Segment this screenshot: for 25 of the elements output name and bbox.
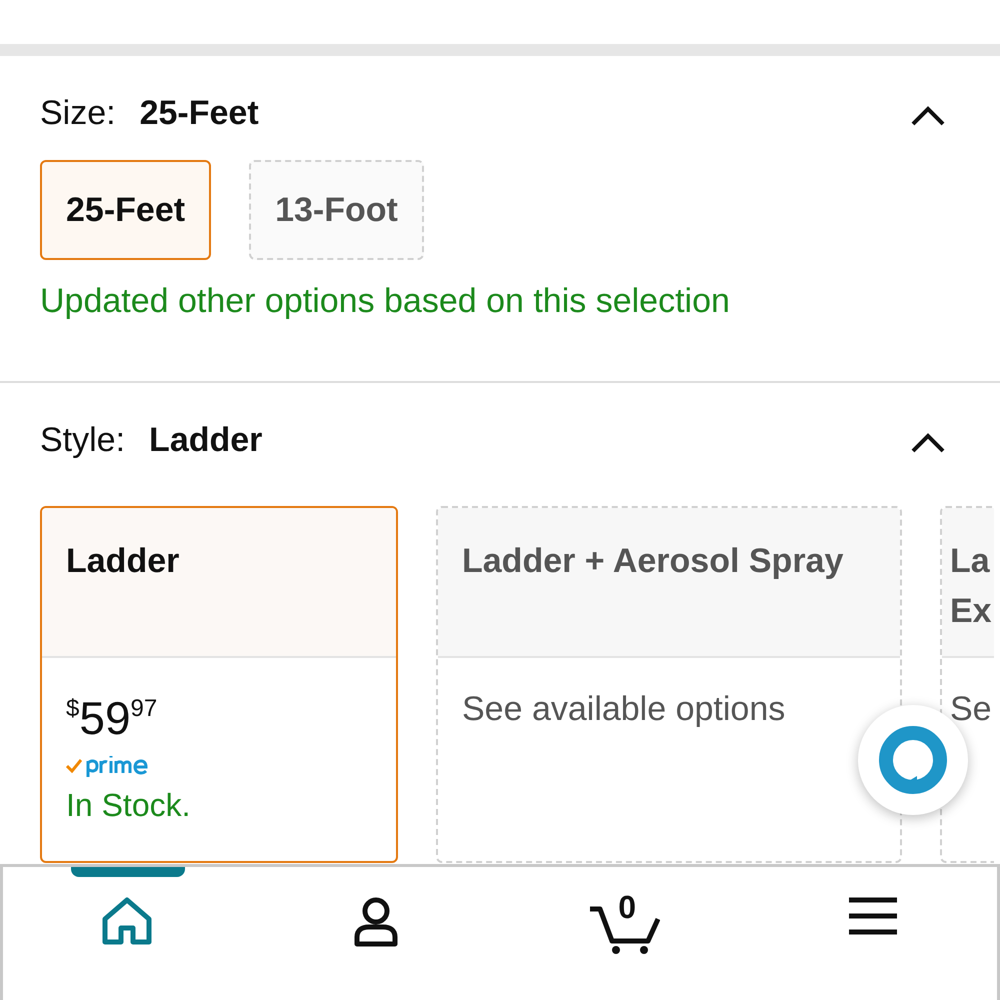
speech-bubble-icon — [877, 724, 949, 796]
home-icon — [102, 897, 152, 945]
style-title: Ladder — [66, 542, 180, 580]
options-hint: Se — [950, 689, 993, 730]
option-label: Size: — [40, 94, 116, 133]
style-option-card[interactable]: Ladder $^{$}$59$^{97}$ In Stock. — [40, 506, 398, 863]
style-option-card[interactable]: Ladder + Aerosol Spray See available options — [436, 506, 902, 863]
collapse-chevron-icon[interactable] — [910, 432, 946, 454]
menu-icon — [848, 897, 897, 935]
size-option[interactable]: 25-Feet — [40, 160, 212, 260]
collapse-chevron-icon[interactable] — [910, 105, 946, 127]
cart-nav-button[interactable]: 0 — [500, 867, 748, 967]
style-title: La Ex — [950, 542, 992, 630]
style-title: Ladder + Aerosol Spray — [462, 542, 844, 580]
option-value: 25-Feet — [140, 94, 259, 133]
style-option-card[interactable]: La Ex Se — [940, 506, 994, 863]
update-note: Updated other options based on this selection — [40, 282, 731, 321]
person-icon — [352, 897, 400, 949]
stock-status: In Stock. — [66, 787, 192, 824]
size-option[interactable]: 13-Foot — [249, 160, 424, 260]
options-hint: See available options — [462, 689, 786, 730]
cart-count: 0 — [618, 889, 636, 926]
price: $^{$}$59$^{97}$ — [66, 691, 158, 743]
option-label: Style: — [40, 421, 126, 460]
option-value: Ladder — [149, 421, 262, 460]
